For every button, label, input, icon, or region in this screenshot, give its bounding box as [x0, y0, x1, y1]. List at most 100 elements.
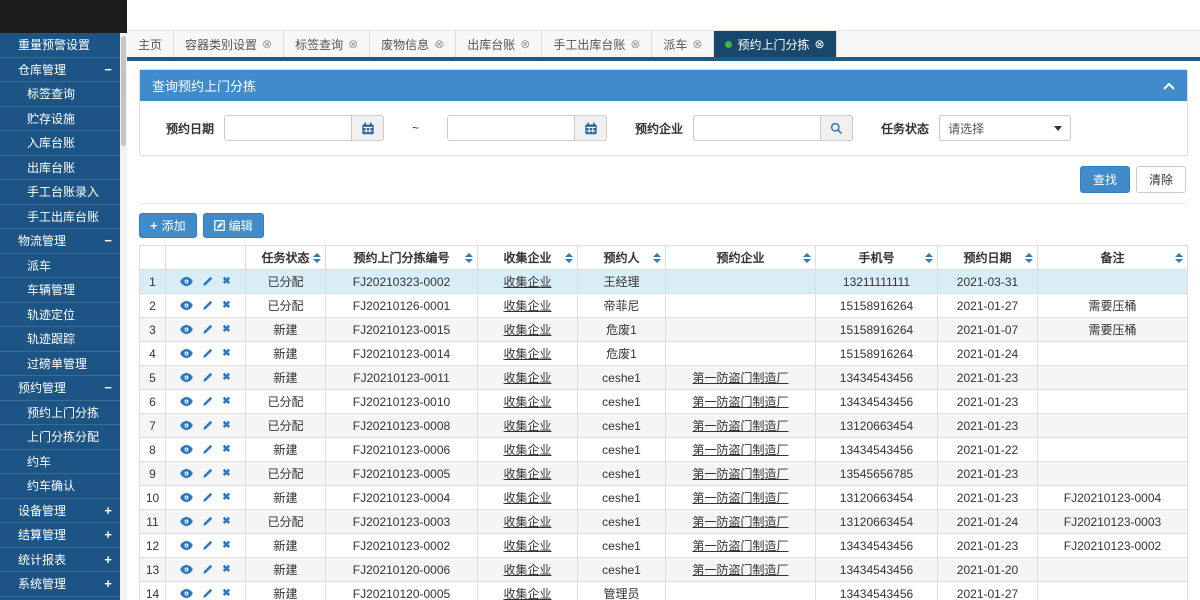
book-company-link[interactable]: 第一防盗门制造厂 [692, 371, 788, 385]
sidebar-item[interactable]: 仓库管理− [0, 58, 120, 83]
collect-company-link[interactable]: 收集企业 [503, 371, 551, 385]
collect-company-link[interactable]: 收集企业 [503, 467, 551, 481]
eye-icon[interactable] [180, 372, 193, 383]
sidebar-item[interactable]: 贮存设施 [0, 107, 120, 132]
eye-icon[interactable] [180, 492, 193, 503]
tab-active[interactable]: 预约上门分拣⊗ [714, 31, 836, 57]
sort-icon[interactable] [925, 253, 933, 263]
collect-company-link[interactable]: 收集企业 [503, 563, 551, 577]
sidebar-item[interactable]: 轨迹跟踪 [0, 327, 120, 352]
pencil-icon[interactable] [202, 492, 213, 503]
search-panel-header[interactable]: 查询预约上门分拣 [140, 70, 1187, 101]
sidebar-item[interactable]: 设备管理+ [0, 499, 120, 524]
sidebar-item[interactable]: 预约管理− [0, 376, 120, 401]
delete-x-icon[interactable]: ✖ [222, 517, 230, 527]
status-select[interactable]: 请选择 [939, 115, 1071, 141]
tab-close-icon[interactable]: ⊗ [434, 38, 444, 50]
tab-item[interactable]: 容器类别设置⊗ [174, 31, 284, 57]
collect-company-link[interactable]: 收集企业 [503, 347, 551, 361]
column-header[interactable]: 收集企业 [478, 246, 578, 270]
sidebar-item[interactable]: 预约上门分拣 [0, 401, 120, 426]
pencil-icon[interactable] [202, 420, 213, 431]
table-row[interactable]: 2✖已分配FJ20210126-0001收集企业帝菲尼1515891626420… [140, 294, 1188, 318]
sidebar-item[interactable]: 结算管理+ [0, 523, 120, 548]
tab-item[interactable]: 主页 [127, 31, 174, 57]
sidebar-item[interactable]: 轨迹定位 [0, 303, 120, 328]
tab-close-icon[interactable]: ⊗ [630, 38, 640, 50]
table-row[interactable]: 9✖已分配FJ20210123-0005收集企业ceshe1第一防盗门制造厂13… [140, 462, 1188, 486]
tab-close-icon[interactable]: ⊗ [815, 38, 825, 50]
collect-company-link[interactable]: 收集企业 [503, 539, 551, 553]
table-row[interactable]: 7✖已分配FJ20210123-0008收集企业ceshe1第一防盗门制造厂13… [140, 414, 1188, 438]
tab-close-icon[interactable]: ⊗ [692, 38, 702, 50]
eye-icon[interactable] [180, 276, 193, 287]
date-from-input[interactable] [224, 115, 352, 141]
delete-x-icon[interactable]: ✖ [222, 397, 230, 407]
collect-company-link[interactable]: 收集企业 [503, 515, 551, 529]
scrollbar-thumb[interactable] [121, 36, 126, 146]
chevron-up-icon[interactable] [1163, 82, 1175, 90]
table-row[interactable]: 12✖新建FJ20210123-0002收集企业ceshe1第一防盗门制造厂13… [140, 534, 1188, 558]
delete-x-icon[interactable]: ✖ [222, 469, 230, 479]
collect-company-link[interactable]: 收集企业 [503, 299, 551, 313]
pencil-icon[interactable] [202, 588, 213, 599]
company-input[interactable] [693, 115, 821, 141]
book-company-link[interactable]: 第一防盗门制造厂 [692, 563, 788, 577]
collect-company-link[interactable]: 收集企业 [503, 419, 551, 433]
pencil-icon[interactable] [202, 324, 213, 335]
sort-icon[interactable] [653, 253, 661, 263]
table-row[interactable]: 5✖新建FJ20210123-0011收集企业ceshe1第一防盗门制造厂134… [140, 366, 1188, 390]
column-header[interactable]: 手机号 [816, 246, 938, 270]
pencil-icon[interactable] [202, 516, 213, 527]
collect-company-link[interactable]: 收集企业 [503, 491, 551, 505]
column-header[interactable]: 备注 [1038, 246, 1188, 270]
delete-x-icon[interactable]: ✖ [222, 325, 230, 335]
delete-x-icon[interactable]: ✖ [222, 541, 230, 551]
pencil-icon[interactable] [202, 348, 213, 359]
sidebar-item[interactable]: 入库台账 [0, 131, 120, 156]
tab-close-icon[interactable]: ⊗ [348, 38, 358, 50]
delete-x-icon[interactable]: ✖ [222, 589, 230, 599]
edit-button[interactable]: 编辑 [203, 213, 264, 238]
pencil-icon[interactable] [202, 276, 213, 287]
book-company-link[interactable]: 第一防盗门制造厂 [692, 539, 788, 553]
sort-icon[interactable] [803, 253, 811, 263]
table-row[interactable]: 1✖已分配FJ20210323-0002收集企业王经理1321111111120… [140, 270, 1188, 294]
delete-x-icon[interactable]: ✖ [222, 277, 230, 287]
tab-item[interactable]: 派车⊗ [652, 31, 714, 57]
column-header[interactable]: 预约人 [578, 246, 666, 270]
sidebar-item[interactable]: 出库台账 [0, 156, 120, 181]
book-company-link[interactable]: 第一防盗门制造厂 [692, 419, 788, 433]
clear-button[interactable]: 清除 [1136, 166, 1186, 193]
sidebar-item[interactable]: 系统管理+ [0, 572, 120, 597]
sidebar-item[interactable]: 手工出库台账 [0, 205, 120, 230]
pencil-icon[interactable] [202, 444, 213, 455]
sidebar-item[interactable]: 约车 [0, 450, 120, 475]
table-row[interactable]: 8✖新建FJ20210123-0006收集企业ceshe1第一防盗门制造厂134… [140, 438, 1188, 462]
tab-close-icon[interactable]: ⊗ [262, 38, 272, 50]
book-company-link[interactable]: 第一防盗门制造厂 [692, 467, 788, 481]
delete-x-icon[interactable]: ✖ [222, 421, 230, 431]
sort-icon[interactable] [1175, 253, 1183, 263]
eye-icon[interactable] [180, 324, 193, 335]
eye-icon[interactable] [180, 588, 193, 599]
column-header[interactable]: 任务状态 [246, 246, 326, 270]
sidebar-item[interactable]: 手工台账录入 [0, 180, 120, 205]
sidebar-item[interactable]: 派车 [0, 254, 120, 279]
sidebar-item[interactable]: 上门分拣分配 [0, 425, 120, 450]
tab-item[interactable]: 手工出库台账⊗ [542, 31, 652, 57]
sidebar-item[interactable]: 约车确认 [0, 474, 120, 499]
calendar-icon[interactable] [575, 115, 607, 141]
table-row[interactable]: 14✖新建FJ20210120-0005收集企业管理员1343454345620… [140, 582, 1188, 600]
sort-icon[interactable] [1025, 253, 1033, 263]
collect-company-link[interactable]: 收集企业 [503, 275, 551, 289]
collect-company-link[interactable]: 收集企业 [503, 587, 551, 600]
sort-icon[interactable] [565, 253, 573, 263]
eye-icon[interactable] [180, 420, 193, 431]
eye-icon[interactable] [180, 444, 193, 455]
eye-icon[interactable] [180, 300, 193, 311]
sidebar-item[interactable]: 过磅单管理 [0, 352, 120, 377]
sidebar-item[interactable]: 统计报表+ [0, 548, 120, 573]
sort-icon[interactable] [313, 253, 321, 263]
table-row[interactable]: 11✖已分配FJ20210123-0003收集企业ceshe1第一防盗门制造厂1… [140, 510, 1188, 534]
